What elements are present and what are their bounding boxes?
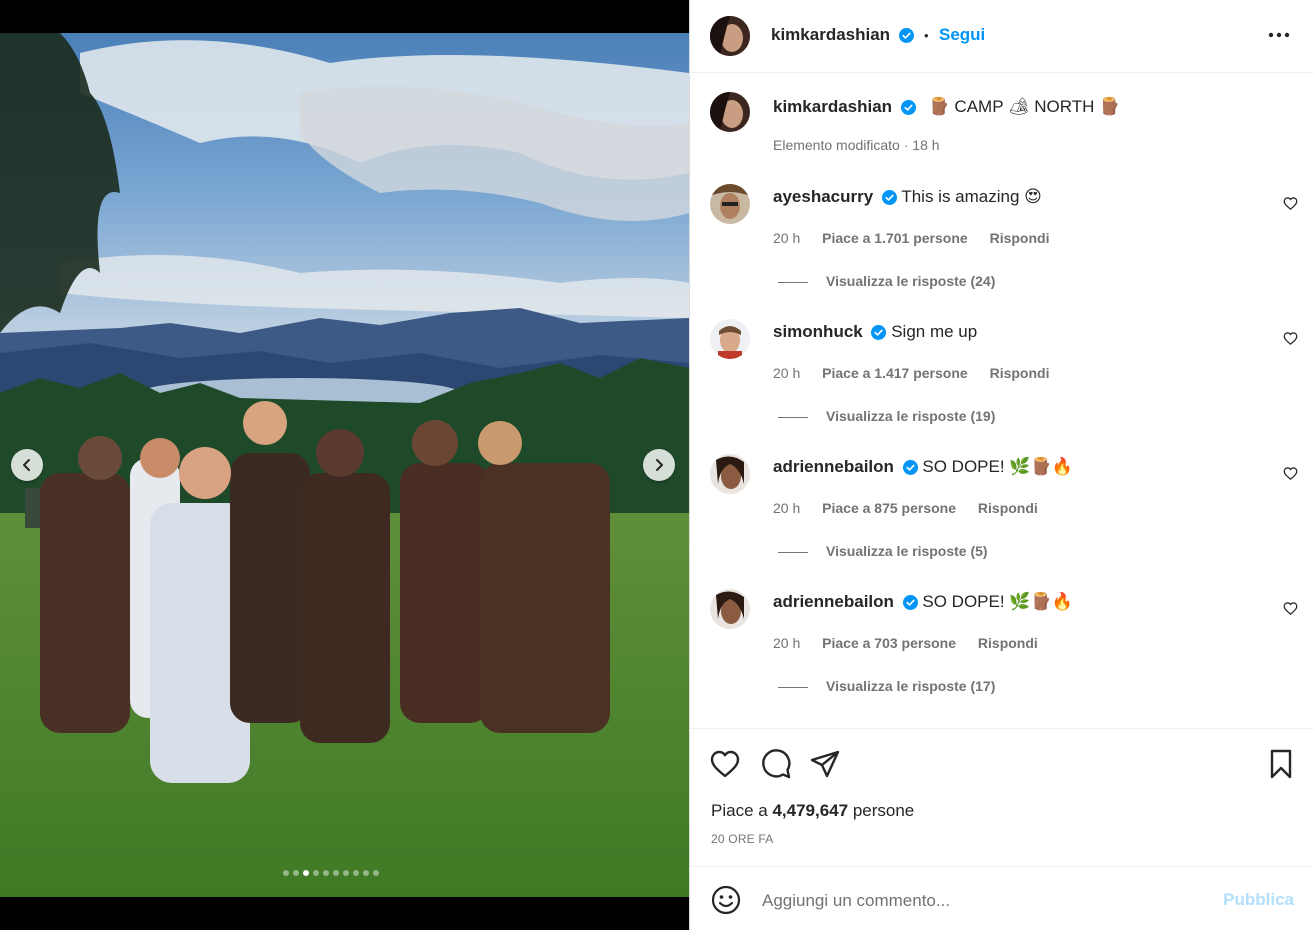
comment-likes[interactable]: Piace a 703 persone	[822, 635, 956, 651]
caption-text: 🪵 CAMP 🏕 NORTH 🪵	[928, 97, 1121, 116]
post-timestamp: 20 ORE FA	[711, 832, 774, 846]
likes-count: 4,479,647	[772, 801, 849, 820]
post-side-panel: kimkardashian • Segui kimkardashian 🪵 CA…	[689, 0, 1314, 930]
caption-avatar[interactable]	[710, 92, 750, 132]
comment-username[interactable]: adriennebailon	[773, 457, 894, 476]
comment-time: 20 h	[773, 635, 801, 651]
replies-divider	[778, 686, 808, 688]
comment-time: 20 h	[773, 230, 801, 246]
heart-icon[interactable]	[1283, 331, 1298, 346]
comment-likes[interactable]: Piace a 875 persone	[822, 500, 956, 516]
view-replies-button[interactable]: Visualizza le risposte (24)	[778, 273, 995, 289]
heart-icon[interactable]	[1283, 196, 1298, 211]
post-photo[interactable]	[0, 33, 689, 897]
verified-badge-icon	[902, 595, 918, 611]
heart-icon[interactable]	[1283, 601, 1298, 616]
verified-badge-icon	[881, 190, 897, 206]
comment-time: 20 h	[773, 500, 801, 516]
carousel-dot	[283, 870, 289, 876]
view-replies-button[interactable]: Visualizza le risposte (19)	[778, 408, 995, 424]
bookmark-icon[interactable]	[1265, 748, 1297, 780]
post-actions: Piace a 4,479,647 persone 20 ORE FA	[690, 728, 1314, 866]
view-replies-button[interactable]: Visualizza le risposte (17)	[778, 678, 995, 694]
caption-meta: Elemento modificato · 18 h	[773, 137, 940, 153]
commenter-avatar[interactable]	[710, 454, 750, 494]
comment-likes[interactable]: Piace a 1.701 persone	[822, 230, 968, 246]
carousel-dot	[313, 870, 319, 876]
comment-text: SO DOPE! 🌿🪵🔥	[922, 457, 1073, 476]
carousel-dot	[353, 870, 359, 876]
reply-button[interactable]: Rispondi	[978, 635, 1038, 651]
emoji-icon[interactable]	[711, 885, 741, 915]
carousel-dot	[323, 870, 329, 876]
reply-button[interactable]: Rispondi	[990, 230, 1050, 246]
like-heart-icon[interactable]	[709, 748, 741, 780]
commenter-avatar[interactable]	[710, 319, 750, 359]
verified-badge-icon	[871, 325, 887, 341]
publish-button[interactable]: Pubblica	[1223, 890, 1294, 910]
carousel-dot	[363, 870, 369, 876]
verified-badge-icon	[900, 100, 916, 116]
heart-icon[interactable]	[1283, 466, 1298, 481]
add-comment-bar: Pubblica	[690, 866, 1314, 931]
likes-summary[interactable]: Piace a 4,479,647 persone	[711, 801, 914, 821]
verified-badge-icon	[898, 28, 914, 44]
header-separator: •	[923, 28, 929, 43]
commenter-avatar[interactable]	[710, 589, 750, 629]
carousel-indicator	[283, 870, 379, 876]
follow-button[interactable]: Segui	[939, 25, 985, 44]
comment-username[interactable]: ayeshacurry	[773, 187, 873, 206]
view-replies-label: Visualizza le risposte (24)	[826, 273, 996, 289]
author-username[interactable]: kimkardashian	[771, 25, 890, 44]
comment-input[interactable]	[760, 885, 1204, 917]
carousel-dot	[293, 870, 299, 876]
view-replies-label: Visualizza le risposte (5)	[826, 543, 988, 559]
comments-section: kimkardashian 🪵 CAMP 🏕 NORTH 🪵 Elemento …	[690, 72, 1314, 728]
carousel-dot	[343, 870, 349, 876]
likes-suffix: persone	[852, 801, 915, 820]
comment-likes[interactable]: Piace a 1.417 persone	[822, 365, 968, 381]
likes-prefix: Piace a	[711, 801, 768, 820]
comment-text: This is amazing 😍	[901, 187, 1042, 206]
view-replies-label: Visualizza le risposte (17)	[826, 678, 996, 694]
view-replies-button[interactable]: Visualizza le risposte (5)	[778, 543, 988, 559]
chevron-left-icon	[23, 459, 30, 471]
next-image-button[interactable]	[643, 449, 675, 481]
chevron-right-icon	[656, 459, 663, 471]
carousel-dot	[333, 870, 339, 876]
comment-username[interactable]: adriennebailon	[773, 592, 894, 611]
reply-button[interactable]: Rispondi	[978, 500, 1038, 516]
comment-text: SO DOPE! 🌿🪵🔥	[922, 592, 1073, 611]
caption-username[interactable]: kimkardashian	[773, 97, 892, 116]
previous-image-button[interactable]	[11, 449, 43, 481]
replies-divider	[778, 416, 808, 418]
post-media	[0, 0, 689, 930]
commenter-avatar[interactable]	[710, 184, 750, 224]
reply-button[interactable]: Rispondi	[990, 365, 1050, 381]
verified-badge-icon	[902, 460, 918, 476]
share-send-icon[interactable]	[809, 748, 841, 780]
author-avatar[interactable]	[710, 16, 750, 56]
comment-bubble-icon[interactable]	[760, 748, 792, 780]
comment-text: Sign me up	[891, 322, 978, 341]
carousel-dot	[373, 870, 379, 876]
comment-username[interactable]: simonhuck	[773, 322, 863, 341]
comment-time: 20 h	[773, 365, 801, 381]
replies-divider	[778, 551, 808, 553]
carousel-dot-active	[303, 870, 309, 876]
post-header: kimkardashian • Segui	[690, 0, 1314, 73]
view-replies-label: Visualizza le risposte (19)	[826, 408, 996, 424]
replies-divider	[778, 281, 808, 283]
more-horizontal-icon[interactable]	[1267, 25, 1291, 45]
